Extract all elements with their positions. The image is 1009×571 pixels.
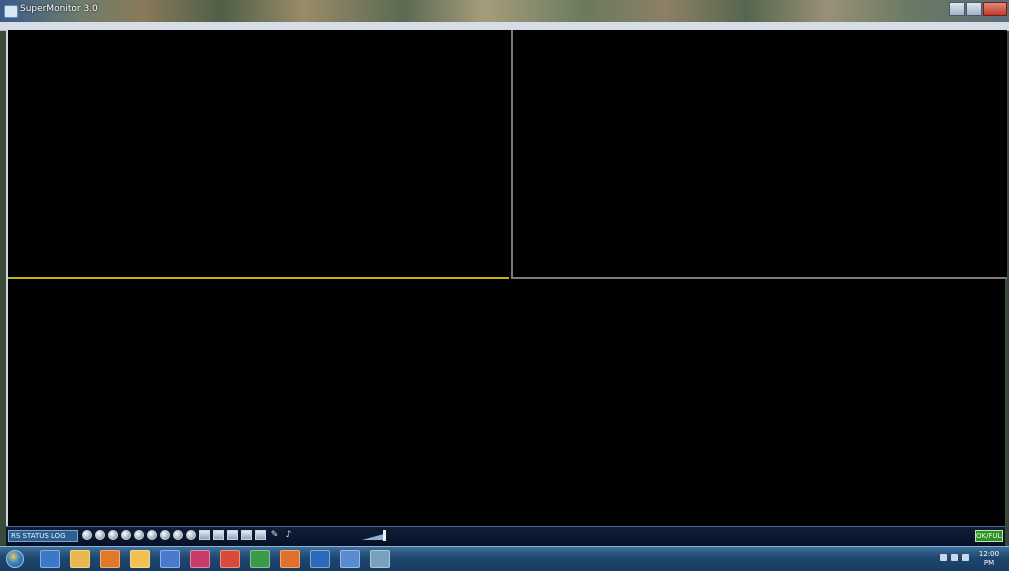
layout-9-icon[interactable] bbox=[241, 530, 252, 540]
volume-ramp bbox=[362, 534, 384, 540]
tray-network-icon[interactable] bbox=[940, 554, 947, 561]
video-pane-1[interactable] bbox=[8, 30, 509, 279]
record-icon[interactable] bbox=[121, 530, 131, 540]
taskbar-word[interactable] bbox=[160, 550, 180, 568]
taskbar-folder[interactable] bbox=[130, 550, 150, 568]
layout-1-icon[interactable] bbox=[213, 530, 224, 540]
taskbar-network[interactable] bbox=[370, 550, 390, 568]
layout-4-icon[interactable] bbox=[227, 530, 238, 540]
play-icon[interactable] bbox=[82, 530, 92, 540]
video-pane-3[interactable] bbox=[8, 279, 1005, 526]
window-controls bbox=[949, 2, 1007, 16]
ptz-icon[interactable] bbox=[147, 530, 157, 540]
toolbar-icons: ✎ ♪ bbox=[82, 530, 294, 540]
start-button[interactable] bbox=[6, 550, 24, 568]
clock-date: PM bbox=[983, 559, 995, 567]
taskbar-outlook[interactable] bbox=[310, 550, 330, 568]
taskbar-apps bbox=[40, 550, 390, 568]
taskbar-app-red[interactable] bbox=[190, 550, 210, 568]
taskbar-pdf[interactable] bbox=[220, 550, 240, 568]
snapshot-icon[interactable] bbox=[134, 530, 144, 540]
video-area bbox=[6, 30, 1007, 526]
zoom-out-icon[interactable] bbox=[173, 530, 183, 540]
maximize-button[interactable] bbox=[966, 2, 982, 16]
control-toolbar: RS STATUS LOG ✎ ♪ OK/FULL bbox=[6, 526, 1005, 546]
pause-icon[interactable] bbox=[95, 530, 105, 540]
app-icon bbox=[4, 5, 18, 18]
status-label: RS STATUS LOG bbox=[8, 530, 78, 542]
tools-icon[interactable]: ✎ bbox=[269, 530, 280, 540]
taskbar-sheet[interactable] bbox=[250, 550, 270, 568]
window-title: SuperMonitor 3.0 bbox=[20, 4, 98, 14]
taskbar-firefox[interactable] bbox=[280, 550, 300, 568]
stop-icon[interactable] bbox=[108, 530, 118, 540]
tray-volume-icon[interactable] bbox=[951, 554, 958, 561]
taskbar-monitor[interactable] bbox=[340, 550, 360, 568]
fullscreen-icon[interactable] bbox=[255, 530, 266, 540]
close-button[interactable] bbox=[983, 2, 1007, 16]
taskbar-explorer[interactable] bbox=[70, 550, 90, 568]
right-action-button[interactable]: OK/FULL bbox=[975, 530, 1003, 542]
taskbar: 12:00 PM bbox=[0, 546, 1009, 571]
taskbar-ie[interactable] bbox=[40, 550, 60, 568]
volume-knob[interactable] bbox=[383, 530, 386, 541]
title-bar: SuperMonitor 3.0 bbox=[0, 0, 1009, 22]
speaker-icon[interactable]: ♪ bbox=[283, 530, 294, 540]
taskbar-media[interactable] bbox=[100, 550, 120, 568]
minimize-button[interactable] bbox=[949, 2, 965, 16]
focus-icon[interactable] bbox=[186, 530, 196, 540]
system-tray bbox=[940, 554, 969, 561]
tray-flag-icon[interactable] bbox=[962, 554, 969, 561]
grid-icon[interactable] bbox=[199, 530, 210, 540]
clock-time: 12:00 bbox=[978, 550, 1000, 558]
volume-slider[interactable] bbox=[362, 530, 388, 541]
video-pane-2[interactable] bbox=[511, 30, 1007, 279]
clock[interactable]: 12:00 PM bbox=[973, 550, 1005, 568]
zoom-in-icon[interactable] bbox=[160, 530, 170, 540]
